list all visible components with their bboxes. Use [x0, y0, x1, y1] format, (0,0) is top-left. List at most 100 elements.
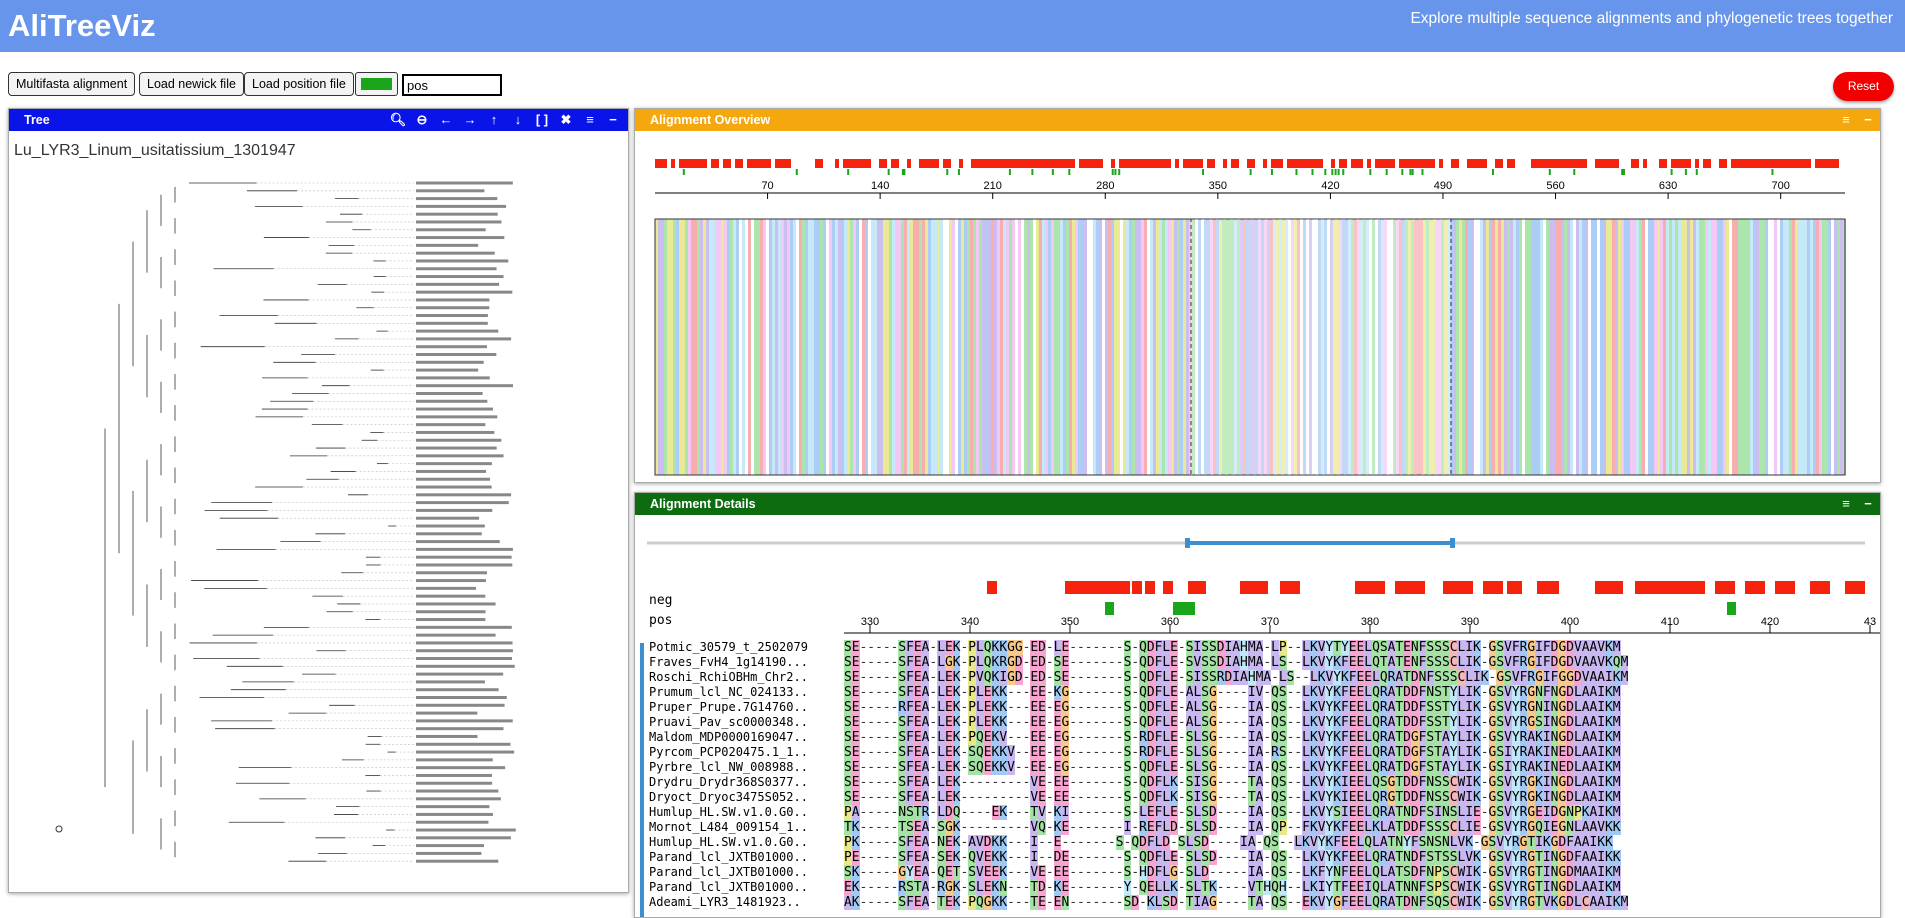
- sequence-name[interactable]: Parand_lcl_JXTB01000..: [649, 865, 808, 879]
- overview-column: [940, 219, 943, 475]
- overview-column: [1105, 219, 1108, 475]
- overview-neg-mark: [747, 159, 751, 168]
- zoom-out-icon[interactable]: ⊖: [413, 109, 431, 131]
- overview-neg-mark: [1787, 159, 1791, 168]
- sequence-name[interactable]: Maldom_MDP0000169047..: [649, 730, 808, 744]
- overview-graphic[interactable]: 70 140 210 280 350 420 490 560 630 700: [635, 131, 1880, 483]
- multifasta-alignment-button[interactable]: Multifasta alignment: [8, 72, 136, 96]
- overview-column: [769, 219, 772, 475]
- overview-column: [1780, 219, 1783, 475]
- overview-neg-mark: [819, 159, 823, 168]
- overview-neg-mark: [999, 159, 1003, 168]
- reset-button[interactable]: Reset: [1833, 72, 1894, 101]
- tree-leaf-label: [416, 703, 505, 707]
- zoom-in-icon[interactable]: 🔍︎: [389, 109, 407, 131]
- sequence-name[interactable]: Pruavi_Pav_sc0000348..: [649, 715, 808, 729]
- tree-leaf-label: [416, 851, 482, 855]
- sequence-name[interactable]: Humlup_HL.SW.v1.0.G0..: [649, 805, 808, 819]
- overview-neg-mark: [1355, 159, 1359, 168]
- shuffle-icon[interactable]: ✖: [557, 109, 575, 131]
- minimize-icon[interactable]: −: [604, 109, 622, 131]
- overview-neg-mark: [1451, 159, 1455, 168]
- overview-pos-mark: [1409, 169, 1412, 175]
- overview-neg-mark: [703, 159, 707, 168]
- fit-icon[interactable]: [ ]: [533, 109, 551, 131]
- overview-neg-mark: [1043, 159, 1047, 168]
- sequence-name[interactable]: Pyrcom_PCP020475.1_1..: [649, 745, 808, 759]
- tree-leaf-label: [416, 360, 484, 364]
- overview-column: [1822, 219, 1825, 475]
- details-neg-mark: [1845, 581, 1865, 594]
- overview-column: [1708, 219, 1711, 475]
- overview-column: [1075, 219, 1078, 475]
- overview-column: [1828, 219, 1831, 475]
- overview-column: [760, 219, 763, 475]
- sequence-name[interactable]: Pyrbre_lcl_NW_008988..: [649, 760, 808, 774]
- overview-neg-mark: [1583, 159, 1587, 168]
- sequence-name[interactable]: Potmic_30579_t_2502079: [649, 640, 808, 654]
- overview-neg-mark: [1399, 159, 1403, 168]
- overview-pos-mark: [1114, 169, 1117, 175]
- minimize-icon[interactable]: −: [1859, 493, 1877, 515]
- overview-column: [1492, 219, 1495, 475]
- minimize-icon[interactable]: −: [1859, 109, 1877, 131]
- details-neg-mark: [1355, 581, 1385, 594]
- overview-column: [1660, 219, 1663, 475]
- overview-pos-mark: [1491, 169, 1494, 175]
- load-position-button[interactable]: Load position file: [244, 72, 354, 96]
- tree-leaf-label: [416, 423, 486, 427]
- overview-neg-mark: [1671, 159, 1675, 168]
- sequence-name[interactable]: Parand_lcl_JXTB01000..: [649, 850, 808, 864]
- sequence-name[interactable]: Dryoct_Dryoc3475S052..: [649, 790, 808, 804]
- tree-leaf-label: [416, 407, 493, 411]
- overview-column: [790, 219, 793, 475]
- sequence-name[interactable]: Prumum_lcl_NC_024133..: [649, 685, 808, 699]
- overview-column: [793, 219, 796, 475]
- overview-neg-mark: [835, 159, 839, 168]
- overview-column: [1540, 219, 1543, 475]
- sequence-name[interactable]: Fraves_FvH4_1g14190...: [649, 655, 808, 669]
- arrow-left-icon[interactable]: ←: [437, 109, 455, 131]
- track-label-pos: pos: [649, 613, 673, 628]
- menu-icon[interactable]: ≡: [581, 109, 599, 131]
- tree-leaf-label: [416, 696, 507, 699]
- overview-column: [883, 219, 886, 475]
- overview-column: [898, 219, 901, 475]
- tree-leaf-label: [416, 181, 513, 185]
- overview-column: [775, 219, 778, 475]
- menu-icon[interactable]: ≡: [1837, 109, 1855, 131]
- sequence-name[interactable]: Adeami_LYR3_1481923..: [649, 895, 801, 909]
- overview-neg-mark: [1719, 159, 1723, 168]
- overview-column: [1099, 219, 1102, 475]
- overview-neg-mark: [663, 159, 667, 168]
- sequence-name[interactable]: Humlup_HL.SW.v1.0.G0..: [649, 835, 808, 849]
- overview-neg-mark: [1079, 159, 1083, 168]
- menu-icon[interactable]: ≡: [1837, 493, 1855, 515]
- overview-neg-mark: [995, 159, 999, 168]
- load-newick-button[interactable]: Load newick file: [139, 72, 244, 96]
- sequence-name[interactable]: Pruper_Prupe.7G14760..: [649, 700, 808, 714]
- position-name-input[interactable]: [402, 74, 502, 96]
- overview-column: [832, 219, 835, 475]
- overview-neg-mark: [1003, 159, 1007, 168]
- overview-column: [991, 219, 994, 475]
- color-picker[interactable]: [355, 72, 398, 96]
- overview-column: [772, 219, 775, 475]
- sequence-name[interactable]: Mornot_L484_009154_1..: [649, 820, 808, 834]
- overview-pos-mark: [1401, 169, 1404, 175]
- overview-neg-mark: [1367, 159, 1371, 168]
- overview-column: [1042, 219, 1045, 475]
- arrow-down-icon[interactable]: ↓: [509, 109, 527, 131]
- sequence-name[interactable]: Parand_lcl_JXTB01000..: [649, 880, 808, 894]
- sequence-residues: PE-----SFEA-SEK-QVEKK---I--DE-------S-QD…: [844, 850, 1621, 865]
- sequence-name[interactable]: Roschi_RchiOBHm_Chr2..: [649, 670, 808, 684]
- overview-pos-mark: [1670, 169, 1673, 175]
- sequence-name[interactable]: Drydru_Drydr368S0377..: [649, 775, 808, 789]
- overview-column: [733, 219, 736, 475]
- arrow-right-icon[interactable]: →: [461, 109, 479, 131]
- overview-neg-mark: [1083, 159, 1087, 168]
- overview-neg-mark: [1147, 159, 1151, 168]
- phylogenetic-tree[interactable]: [9, 169, 628, 893]
- overview-column: [922, 219, 925, 475]
- arrow-up-icon[interactable]: ↑: [485, 109, 503, 131]
